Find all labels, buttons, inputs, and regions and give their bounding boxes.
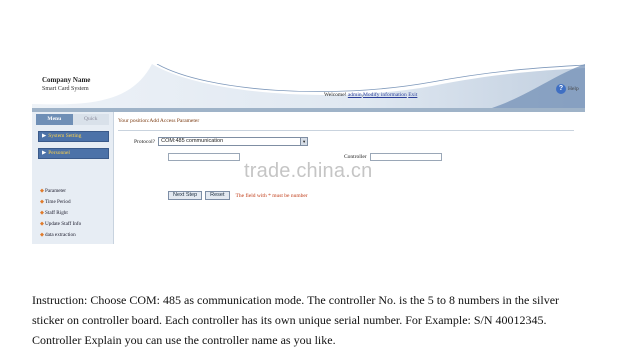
bullet-icon: ◆ [40, 221, 44, 227]
header-swoosh [32, 64, 585, 108]
system-setting-label: System Setting [48, 133, 82, 139]
sidebar-item-label: data extraction [45, 232, 76, 238]
personnel-button[interactable]: ▶ Personnel [38, 148, 109, 159]
sidebar-item-label: Staff Right [45, 210, 68, 216]
divider [118, 130, 574, 131]
company-name: Company Name [42, 76, 91, 84]
bullet-icon: ◆ [40, 188, 44, 194]
sidebar-item-time-period[interactable]: ◆Time Period [40, 197, 81, 208]
controller-no-input[interactable] [168, 153, 240, 161]
sidebar-tabs: Menu Quick [36, 114, 109, 125]
next-step-button[interactable]: Next Step [168, 191, 203, 200]
watermark: trade.china.cn [244, 160, 373, 182]
system-setting-button[interactable]: ▶ System Setting [38, 131, 109, 142]
protocol-row: Protocol? COM:485 communication ▼ [134, 137, 309, 146]
help-button[interactable]: ? Help [556, 84, 579, 94]
right-arrow-icon: ▶ [42, 133, 47, 139]
right-arrow-icon: ▶ [42, 150, 47, 156]
welcome-text: Welcome! [324, 92, 347, 98]
header: Company Name Smart Card System Welcome! … [32, 64, 585, 108]
help-icon: ? [556, 84, 566, 94]
reset-button[interactable]: Reset [205, 191, 230, 200]
bullet-icon: ◆ [40, 210, 44, 216]
sidebar-menu: ◆Parameter ◆Time Period ◆Staff Right ◆Up… [40, 186, 81, 241]
protocol-label: Protocol? [134, 138, 156, 145]
sidebar-item-update-staff-info[interactable]: ◆Update Staff Info [40, 219, 81, 230]
sidebar-item-label: Parameter [45, 188, 67, 194]
sidebar-item-label: Time Period [45, 199, 71, 205]
form-actions: Next Step Reset The field with * must be… [168, 191, 308, 200]
tab-menu[interactable]: Menu [36, 114, 73, 125]
bullet-icon: ◆ [40, 232, 44, 238]
exit-link[interactable]: Exit [408, 92, 417, 98]
instruction-text: Instruction: Choose COM: 485 as communic… [32, 293, 560, 347]
sidebar-item-label: Update Staff Info [45, 221, 82, 227]
modify-info-link[interactable]: Modify information [363, 92, 407, 98]
sidebar-item-parameter[interactable]: ◆Parameter [40, 186, 81, 197]
help-label: Help [568, 86, 579, 92]
personnel-label: Personnel [48, 150, 70, 156]
controller-explain-input[interactable] [369, 153, 442, 161]
system-name: Smart Card System [42, 86, 89, 92]
user-link[interactable]: admin [348, 92, 362, 98]
protocol-value: COM:485 communication [161, 138, 224, 144]
welcome-bar: Welcome! admin,Modify information Exit [324, 92, 417, 98]
protocol-select[interactable]: COM:485 communication ▼ [158, 137, 309, 146]
chevron-down-icon[interactable]: ▼ [300, 138, 308, 145]
breadcrumb: Your position:Add Access Parameter [118, 118, 200, 124]
sidebar-item-data-extraction[interactable]: ◆data extraction [40, 230, 81, 241]
required-note: The field with * must be number [235, 192, 308, 199]
bullet-icon: ◆ [40, 199, 44, 205]
tab-quick[interactable]: Quick [72, 114, 109, 125]
app-screenshot: Company Name Smart Card System Welcome! … [32, 64, 585, 244]
sidebar: Menu Quick ▶ System Setting ▶ Personnel ◆P… [32, 112, 114, 244]
sidebar-item-staff-right[interactable]: ◆Staff Right [40, 208, 81, 219]
